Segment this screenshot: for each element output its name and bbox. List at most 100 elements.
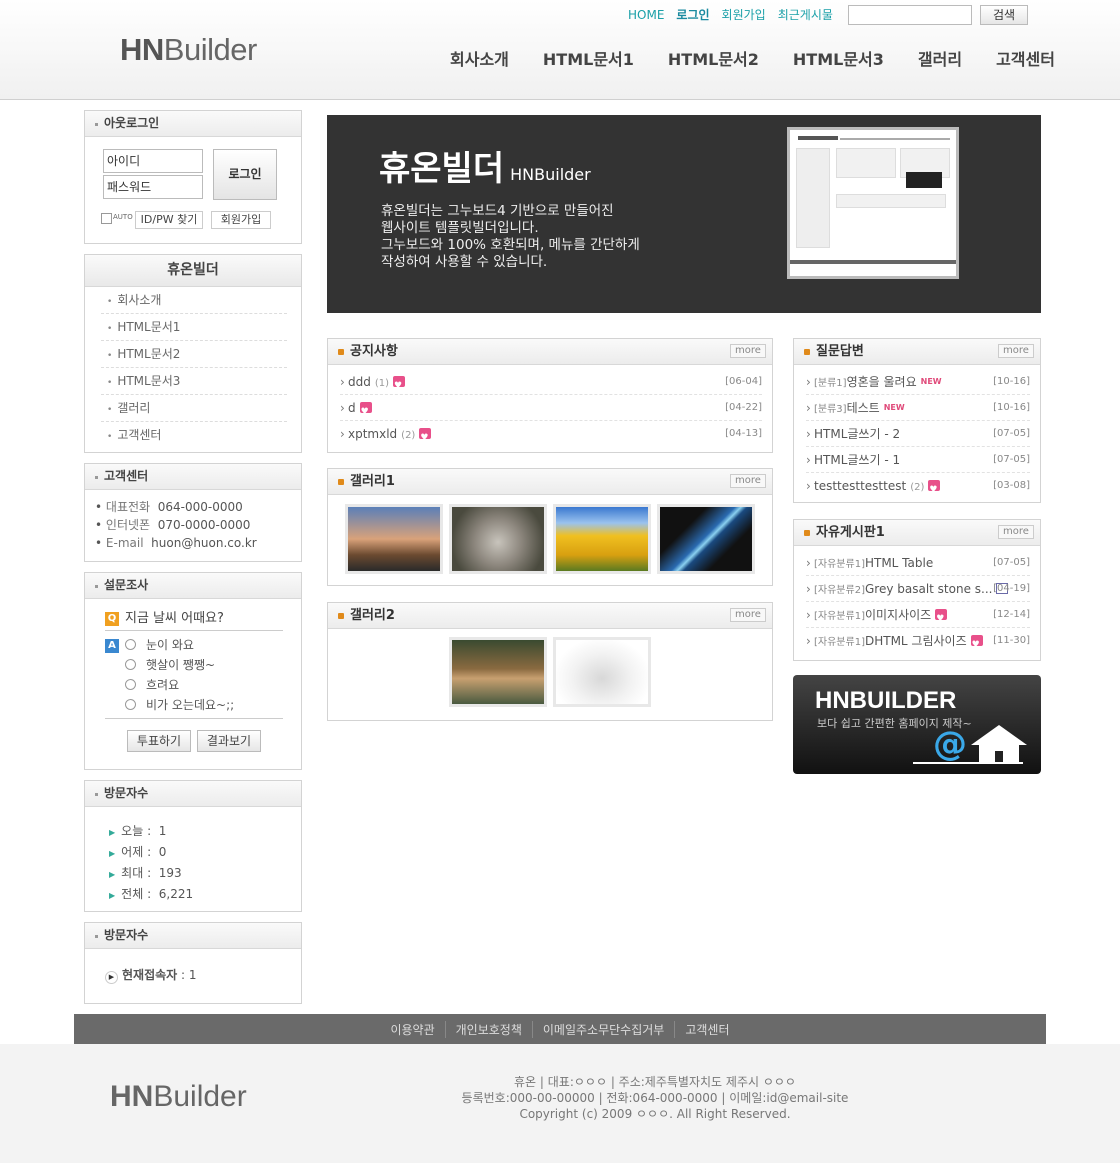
list-item[interactable]: [분류3]테스트NEW[10-16]	[806, 395, 1030, 421]
poll-option[interactable]: A 눈이 와요	[105, 635, 301, 655]
footer-link-terms[interactable]: 이용약관	[380, 1021, 444, 1038]
list-item[interactable]: ddd(1)[06-04]	[340, 369, 762, 399]
vote-button[interactable]: 투표하기	[127, 730, 191, 752]
search-button[interactable]: 검색	[980, 5, 1028, 25]
join-button[interactable]: 회원가입	[211, 211, 271, 229]
list-item[interactable]: [자유분류1]DHTML 그림사이즈[11-30]	[806, 628, 1030, 658]
free-board-more-button[interactable]: more	[998, 525, 1034, 539]
company-menu-box: 휴온빌더 회사소개 HTML문서1 HTML문서2 HTML문서3 갤러리 고객…	[84, 254, 302, 453]
triangle-icon: ▶	[109, 828, 116, 837]
customer-center-box: 고객센터 • 대표전화 064-000-0000 • 인터넷폰 070-0000…	[84, 463, 302, 562]
footer-logo: HNBuilder	[110, 1080, 247, 1113]
list-item[interactable]: [자유분류1]이미지사이즈[12-14]	[806, 602, 1030, 632]
top-nav: HOME 로그인 회원가입 최근게시물	[628, 6, 833, 24]
gnb-support[interactable]: 고객센터	[996, 46, 1055, 70]
footer-links: 이용약관 개인보호정책 이메일주소무단수집거부 고객센터	[74, 1014, 1046, 1044]
login-title: 아웃로그인	[85, 111, 301, 137]
result-button[interactable]: 결과보기	[197, 730, 261, 752]
poll-option[interactable]: 햇살이 쨍쨍~	[105, 655, 301, 675]
menu-item-html2[interactable]: HTML문서2	[101, 341, 287, 368]
gallery1-more-button[interactable]: more	[730, 474, 766, 488]
radio-icon[interactable]	[125, 679, 136, 690]
house-roof-icon	[971, 725, 1027, 745]
footer-info: 휴온 | 대표:ㅇㅇㅇ | 주소:제주특별자치도 제주시 ㅇㅇㅇ 등록번호:00…	[461, 1075, 849, 1121]
cs-row: • 인터넷폰 070-0000-0000	[95, 518, 251, 532]
find-idpw-button[interactable]: ID/PW 찾기	[135, 211, 203, 229]
gallery-thumbnail-koala[interactable]	[449, 504, 547, 574]
poll-option[interactable]: 흐려요	[105, 675, 301, 695]
radio-icon[interactable]	[125, 639, 136, 650]
id-field[interactable]: 아이디	[103, 149, 203, 173]
ground-line	[913, 762, 1023, 764]
banner-title: 휴온빌더 HNBuilder	[379, 149, 591, 189]
visitor-row: ▶ 최대 : 193	[109, 866, 182, 880]
triangle-icon: ▶	[109, 849, 116, 858]
auto-login-checkbox[interactable]	[101, 213, 112, 224]
play-icon: ▶	[105, 971, 118, 984]
gallery2-title: 갤러리2	[328, 603, 772, 629]
connected-title: 방문자수	[85, 923, 301, 949]
footer-link-support[interactable]: 고객센터	[674, 1020, 739, 1038]
gallery-thumbnail-lighthouse[interactable]	[345, 504, 443, 574]
gallery-thumbnail-sneaker[interactable]	[553, 637, 651, 707]
topnav-home[interactable]: HOME	[628, 6, 664, 24]
hnbuilder-banner-title: HNBUILDER	[815, 687, 957, 714]
menu-item-html3[interactable]: HTML문서3	[101, 368, 287, 395]
notice-list: ddd(1)[06-04] d[04-22] xptmxld(2)[04-13]	[328, 365, 772, 451]
menu-item-support[interactable]: 고객센터	[101, 422, 287, 449]
footer: HNBuilder 휴온 | 대표:ㅇㅇㅇ | 주소:제주특별자치도 제주시 ㅇ…	[0, 1044, 1120, 1163]
list-item[interactable]: [자유분류2]Grey basalt stone s...[04-19]	[806, 576, 1030, 602]
visitors-title: 방문자수	[85, 781, 301, 807]
visitor-stats: ▶ 오늘 : 1 ▶ 어제 : 0 ▶ 최대 : 193 ▶ 전체 : 6,221	[85, 807, 301, 905]
list-item[interactable]: [자유분류1]HTML Table[07-05]	[806, 550, 1030, 576]
gnb-html2[interactable]: HTML문서2	[668, 46, 759, 70]
new-badge: NEW	[883, 403, 905, 412]
menu-item-html1[interactable]: HTML문서1	[101, 314, 287, 341]
radio-icon[interactable]	[125, 699, 136, 710]
poll-box: 설문조사 Q 지금 날씨 어때요? A 눈이 와요 햇살이 쨍쨍~ 흐려요 비가 오…	[84, 572, 302, 770]
list-item[interactable]: [분류1]영혼을 울려요NEW[10-16]	[806, 369, 1030, 395]
topnav-login[interactable]: 로그인	[676, 6, 709, 24]
topnav-recent[interactable]: 최근게시물	[778, 6, 833, 24]
site-logo[interactable]: HNBuilder	[120, 32, 257, 68]
triangle-icon: ▶	[109, 870, 116, 879]
q-badge-icon: Q	[105, 612, 119, 626]
gnb-gallery[interactable]: 갤러리	[918, 46, 962, 70]
topnav-join[interactable]: 회원가입	[722, 6, 766, 24]
password-field[interactable]: 패스워드	[103, 175, 203, 199]
login-button[interactable]: 로그인	[213, 149, 277, 200]
cs-row: • 대표전화 064-000-0000	[95, 500, 243, 514]
heart-icon	[935, 606, 948, 632]
gnb-company[interactable]: 회사소개	[450, 46, 509, 70]
free-board-list: [자유분류1]HTML Table[07-05] [자유분류2]Grey bas…	[794, 546, 1040, 658]
gallery2-more-button[interactable]: more	[730, 608, 766, 622]
hnbuilder-banner[interactable]: HNBUILDER 보다 쉽고 간편한 홈페이지 제작~ @	[793, 675, 1041, 774]
footer-link-privacy[interactable]: 개인보호정책	[444, 1020, 532, 1038]
menu-item-gallery[interactable]: 갤러리	[101, 395, 287, 422]
list-item[interactable]: testtesttesttest(2)[03-08]	[806, 473, 1030, 503]
gnb-html3[interactable]: HTML문서3	[793, 46, 884, 70]
gallery-thumbnail-abstract[interactable]	[657, 504, 755, 574]
list-item[interactable]: HTML글쓰기 - 2[07-05]	[806, 421, 1030, 447]
company-menu-title: 휴온빌더	[85, 255, 301, 287]
heart-icon	[419, 425, 432, 451]
login-box: 아웃로그인 아이디 패스워드 로그인 AUTO ID/PW 찾기 회원가입	[84, 110, 302, 244]
footer-link-email-policy[interactable]: 이메일주소무단수집거부	[531, 1020, 674, 1038]
gnb-html1[interactable]: HTML문서1	[543, 46, 634, 70]
poll-title: 설문조사	[85, 573, 301, 599]
gallery-thumbnail-dinosaurs[interactable]	[449, 637, 547, 707]
menu-item-company[interactable]: 회사소개	[101, 287, 287, 314]
header: HNBuilder HOME 로그인 회원가입 최근게시물 검색 회사소개 HT…	[0, 0, 1120, 100]
poll-option[interactable]: 비가 오는데요~;;	[105, 695, 283, 719]
gallery1-box: 갤러리1 more	[327, 468, 773, 586]
gallery-thumbnail-tulips[interactable]	[553, 504, 651, 574]
notice-more-button[interactable]: more	[730, 344, 766, 358]
list-item[interactable]: HTML글쓰기 - 1[07-05]	[806, 447, 1030, 473]
qna-more-button[interactable]: more	[998, 344, 1034, 358]
radio-icon[interactable]	[125, 659, 136, 670]
search-input[interactable]	[848, 5, 972, 25]
list-item[interactable]: d[04-22]	[340, 395, 762, 425]
connected-row[interactable]: ▶ 현재접속자 : 1	[85, 949, 301, 984]
gallery2-box: 갤러리2 more	[327, 602, 773, 721]
list-item[interactable]: xptmxld(2)[04-13]	[340, 421, 762, 451]
